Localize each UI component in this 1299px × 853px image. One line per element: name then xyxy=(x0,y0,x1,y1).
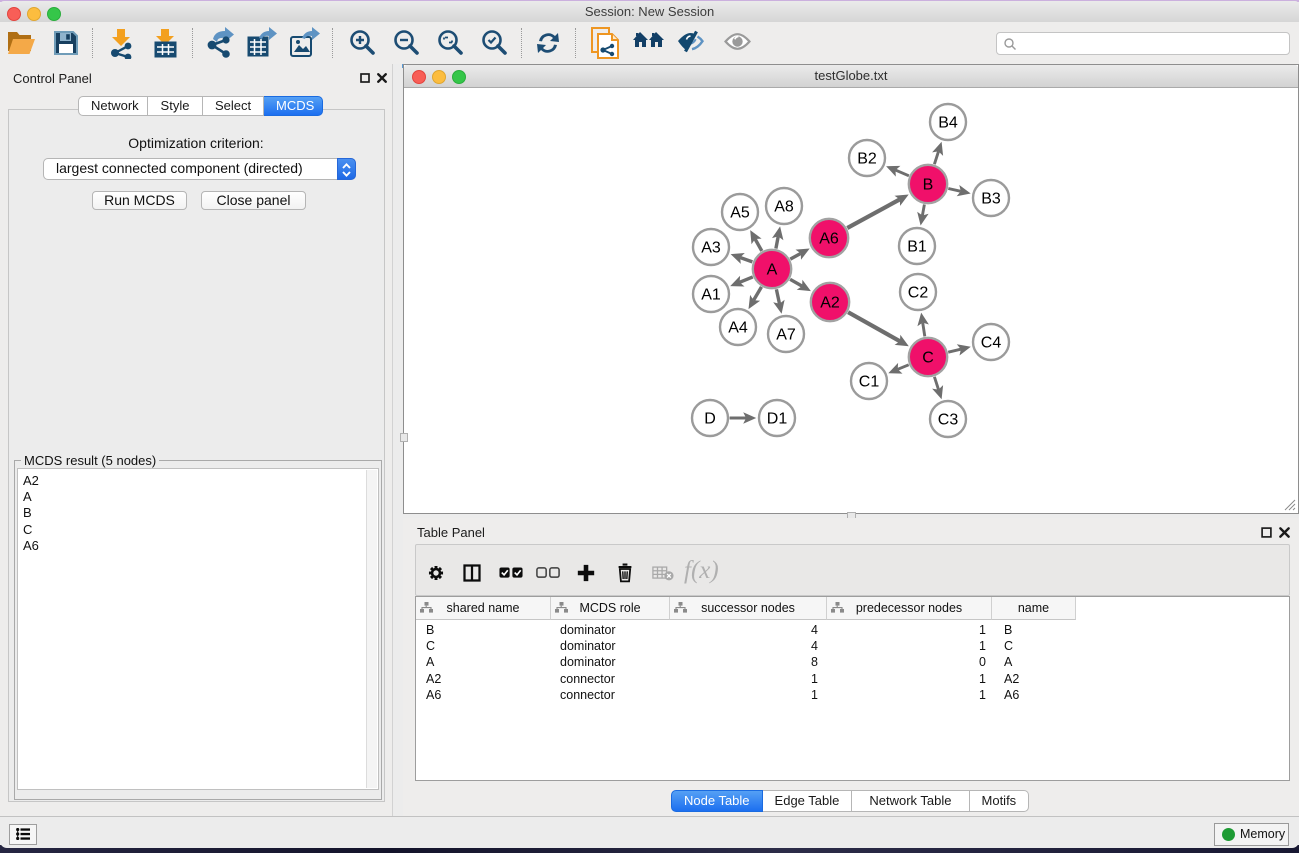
svg-text:C1: C1 xyxy=(859,374,880,391)
svg-text:B2: B2 xyxy=(857,151,877,168)
svg-text:D: D xyxy=(704,411,716,428)
svg-text:A: A xyxy=(767,262,778,279)
svg-text:A1: A1 xyxy=(701,287,721,304)
svg-text:A4: A4 xyxy=(728,320,748,337)
svg-text:C4: C4 xyxy=(981,335,1002,352)
svg-text:C2: C2 xyxy=(908,285,929,302)
svg-text:A6: A6 xyxy=(819,231,839,248)
svg-text:A7: A7 xyxy=(776,327,796,344)
svg-text:B1: B1 xyxy=(907,239,927,256)
svg-text:A5: A5 xyxy=(730,205,750,222)
svg-text:C: C xyxy=(922,350,934,367)
svg-text:A8: A8 xyxy=(774,199,794,216)
svg-text:D1: D1 xyxy=(767,411,788,428)
svg-text:B: B xyxy=(923,177,934,194)
svg-text:A2: A2 xyxy=(820,295,840,312)
svg-text:C3: C3 xyxy=(938,412,959,429)
svg-text:B3: B3 xyxy=(981,191,1001,208)
svg-text:B4: B4 xyxy=(938,115,958,132)
svg-text:A3: A3 xyxy=(701,240,721,257)
